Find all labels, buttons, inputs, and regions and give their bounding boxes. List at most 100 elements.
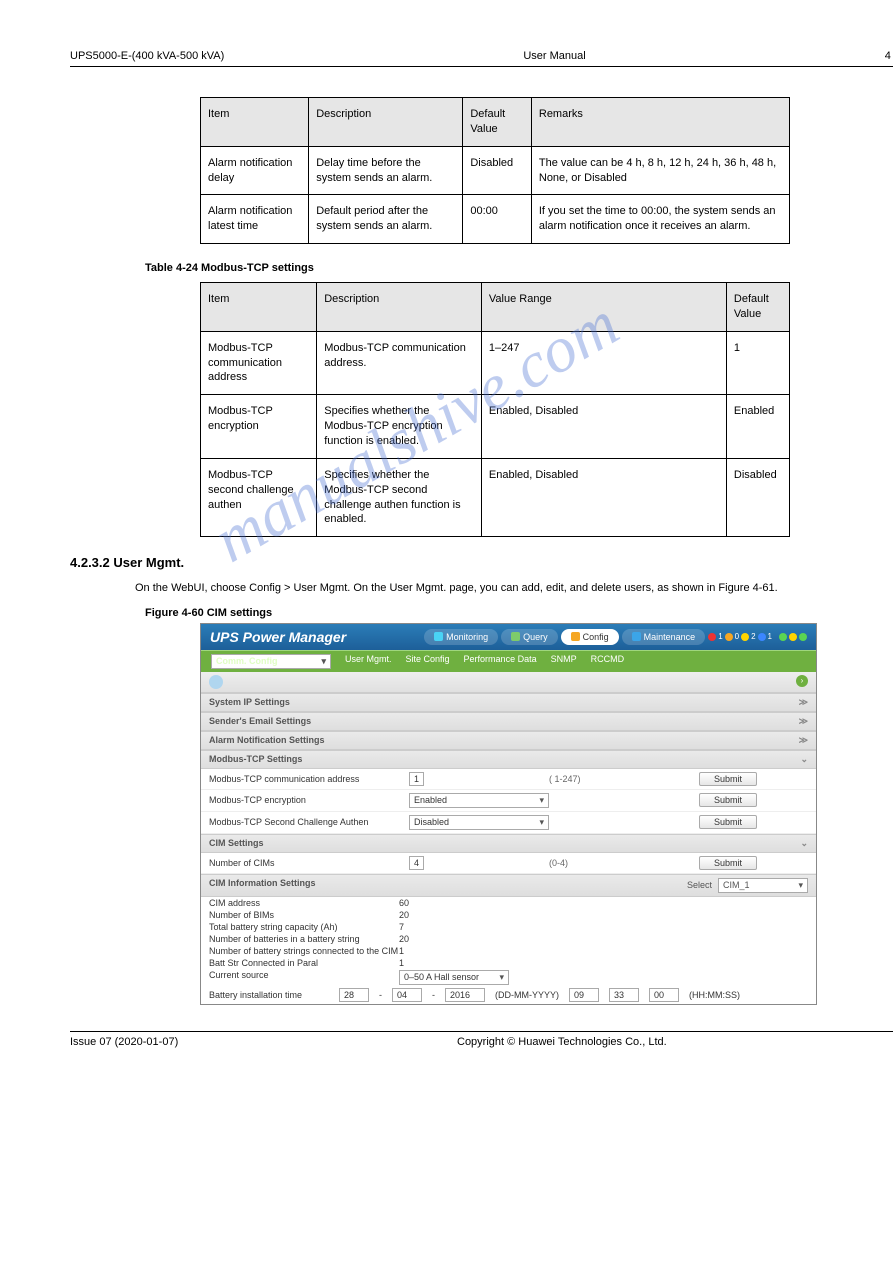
indicator-icon xyxy=(789,633,797,641)
subnav-rccmd[interactable]: RCCMD xyxy=(591,654,625,669)
td: Alarm notification delay xyxy=(201,146,309,195)
config-icon xyxy=(571,632,580,641)
status-indicators: 1 0 2 1 xyxy=(708,632,772,641)
td: If you set the time to 00:00, the system… xyxy=(531,195,789,244)
section-label: CIM Settings xyxy=(209,838,264,849)
info-key: Number of BIMs xyxy=(209,910,399,920)
tab-label: Maintenance xyxy=(644,632,696,642)
subnav-performance[interactable]: Performance Data xyxy=(464,654,537,669)
time-ss-input[interactable]: 00 xyxy=(649,988,679,1002)
subnav-user-mgmt[interactable]: User Mgmt. xyxy=(345,654,392,669)
submit-button[interactable]: Submit xyxy=(699,793,757,807)
label: Modbus-TCP Second Challenge Authen xyxy=(209,817,409,827)
submit-button[interactable]: Submit xyxy=(699,856,757,870)
tab-monitoring[interactable]: Monitoring xyxy=(424,629,498,645)
cim-count-input[interactable]: 4 xyxy=(409,856,424,870)
time-hh-input[interactable]: 09 xyxy=(569,988,599,1002)
info-key: Battery installation time xyxy=(209,990,329,1000)
info-val: 20 xyxy=(399,910,629,920)
modbus-addr-input[interactable]: 1 xyxy=(409,772,424,786)
info-val: 1 xyxy=(399,958,629,968)
td: The value can be 4 h, 8 h, 12 h, 24 h, 3… xyxy=(531,146,789,195)
info-val: 20 xyxy=(399,934,629,944)
go-icon[interactable]: › xyxy=(796,675,808,687)
td: Enabled, Disabled xyxy=(481,395,726,459)
modbus-encryption-select[interactable]: Enabled xyxy=(409,793,549,808)
indicator-icon xyxy=(799,633,807,641)
header-mid: User Manual xyxy=(523,50,585,62)
footer-mid: Copyright © Huawei Technologies Co., Ltd… xyxy=(457,1036,667,1048)
toolbar-icon[interactable] xyxy=(209,675,223,689)
accordion-alarm-settings[interactable]: Alarm Notification Settings≫ xyxy=(201,731,816,750)
modbus-challenge-select[interactable]: Disabled xyxy=(409,815,549,830)
modbus-section[interactable]: Modbus-TCP Settings⌄ xyxy=(201,750,816,769)
info-val: 60 xyxy=(399,898,629,908)
table-modbus: Item Description Value Range Default Val… xyxy=(200,282,790,537)
accordion-label: Sender's Email Settings xyxy=(209,716,311,727)
info-val: 7 xyxy=(399,922,629,932)
td: Modbus-TCP encryption xyxy=(201,395,317,459)
chevron-down-icon: ⌄ xyxy=(800,838,808,849)
tab-label: Config xyxy=(583,632,609,642)
date-yyyy-input[interactable]: 2016 xyxy=(445,988,485,1002)
th: Description xyxy=(317,283,482,332)
td: Enabled xyxy=(726,395,789,459)
figure-caption: Figure 4-60 CIM settings xyxy=(145,607,893,619)
tab-label: Monitoring xyxy=(446,632,488,642)
subnav-snmp[interactable]: SNMP xyxy=(551,654,577,669)
cim-select[interactable]: CIM_1 xyxy=(718,878,808,893)
info-key: Batt Str Connected in Paral xyxy=(209,958,399,968)
table-alarm-settings: Item Description Default Value Remarks A… xyxy=(200,97,790,244)
section-title: 4.2.3.2 User Mgmt. xyxy=(70,555,893,570)
info-key: Current source xyxy=(209,970,399,985)
tab-label: Query xyxy=(523,632,548,642)
td: Specifies whether the Modbus-TCP encrypt… xyxy=(317,395,482,459)
badge: 1 xyxy=(768,632,772,641)
info-key: Total battery string capacity (Ah) xyxy=(209,922,399,932)
section-label: CIM Information Settings xyxy=(209,878,316,893)
td: Disabled xyxy=(463,146,532,195)
td: 00:00 xyxy=(463,195,532,244)
th: Default Value xyxy=(463,98,532,147)
td: Modbus-TCP communication address xyxy=(201,331,317,395)
subnav-site-config[interactable]: Site Config xyxy=(406,654,450,669)
th: Remarks xyxy=(531,98,789,147)
badge: 1 xyxy=(718,632,722,641)
section-para: On the WebUI, choose Config > User Mgmt.… xyxy=(135,580,893,597)
cim-info-section[interactable]: CIM Information Settings Select CIM_1 xyxy=(201,874,816,897)
cim-section[interactable]: CIM Settings ⌄ xyxy=(201,834,816,853)
header-right: 4 User Interface xyxy=(885,50,893,62)
app-title: UPS Power Manager xyxy=(210,629,346,645)
tab-maintenance[interactable]: Maintenance xyxy=(622,629,706,645)
th: Value Range xyxy=(481,283,726,332)
corner-icons xyxy=(779,633,807,641)
date-dd-input[interactable]: 28 xyxy=(339,988,369,1002)
tab-config[interactable]: Config xyxy=(561,629,619,645)
chevron-icon: ≫ xyxy=(799,697,808,708)
tab-query[interactable]: Query xyxy=(501,629,558,645)
time-mm-input[interactable]: 33 xyxy=(609,988,639,1002)
label: Number of CIMs xyxy=(209,858,409,868)
query-icon xyxy=(511,632,520,641)
accordion-ip-settings[interactable]: System IP Settings≫ xyxy=(201,693,816,712)
chevron-icon: ≫ xyxy=(799,716,808,727)
td: Alarm notification latest time xyxy=(201,195,309,244)
info-key: Number of battery strings connected to t… xyxy=(209,946,399,956)
label: Modbus-TCP encryption xyxy=(209,795,409,805)
monitor-icon xyxy=(434,632,443,641)
alarm-info-icon xyxy=(758,633,766,641)
td: 1–247 xyxy=(481,331,726,395)
subnav-comm-config[interactable]: Comm. Config xyxy=(211,654,331,669)
chevron-down-icon: ⌄ xyxy=(800,754,808,765)
th: Item xyxy=(201,98,309,147)
figure-ups-config: UPS Power Manager Monitoring Query Confi… xyxy=(200,623,817,1005)
current-source-select[interactable]: 0–50 A Hall sensor xyxy=(399,970,509,985)
info-key: Number of batteries in a battery string xyxy=(209,934,399,944)
accordion-email-settings[interactable]: Sender's Email Settings ≫ xyxy=(201,712,816,731)
alarm-critical-icon xyxy=(708,633,716,641)
badge: 2 xyxy=(751,632,755,641)
submit-button[interactable]: Submit xyxy=(699,772,757,786)
date-format: (DD-MM-YYYY) xyxy=(495,990,559,1000)
date-mm-input[interactable]: 04 xyxy=(392,988,422,1002)
submit-button[interactable]: Submit xyxy=(699,815,757,829)
